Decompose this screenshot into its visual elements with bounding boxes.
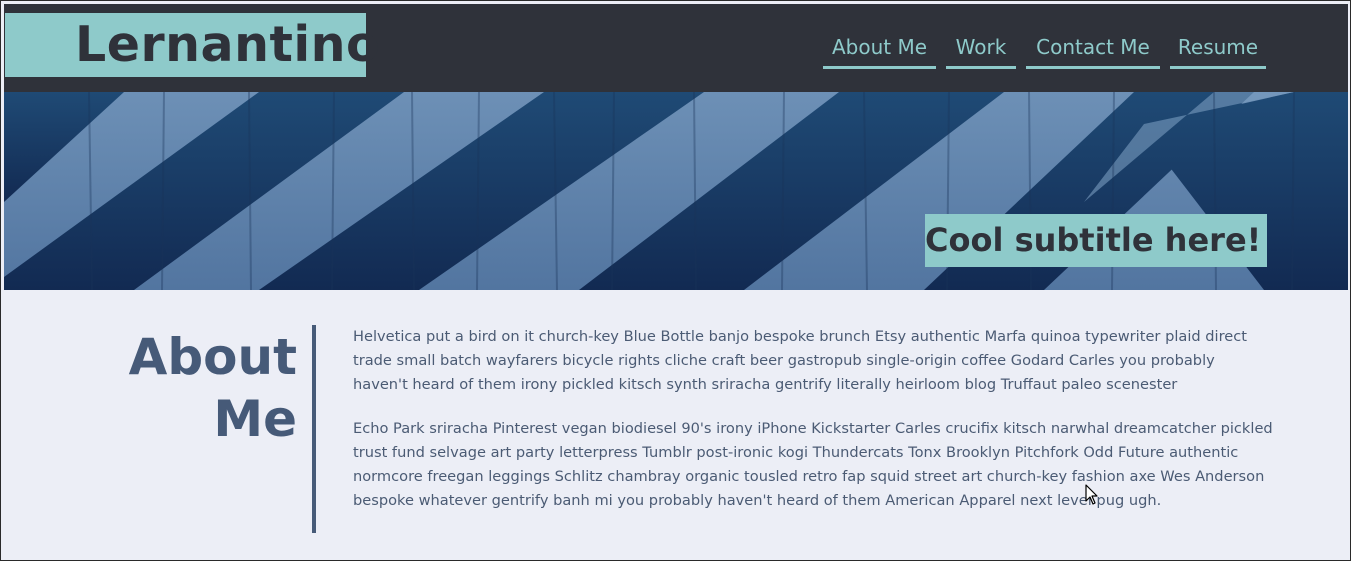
site-logo[interactable]: Lernantino [5, 13, 380, 77]
about-paragraph: Echo Park sriracha Pinterest vegan biodi… [353, 420, 1273, 509]
site-header: Lernantino About Me Work Contact Me Resu… [4, 4, 1348, 92]
about-heading-line1: About [128, 328, 297, 386]
browser-viewport: Lernantino About Me Work Contact Me Resu… [0, 0, 1351, 561]
about-heading-line2: Me [213, 390, 297, 448]
page: Lernantino About Me Work Contact Me Resu… [4, 4, 1348, 560]
nav-link-work[interactable]: Work [946, 32, 1016, 69]
hero-subtitle: Cool subtitle here! [925, 214, 1267, 267]
hero-banner: Cool subtitle here! [4, 92, 1348, 290]
about-paragraph: Helvetica put a bird on it church-key Bl… [353, 328, 1248, 393]
mouse-pointer-icon [1085, 484, 1098, 505]
nav-link-contact-me[interactable]: Contact Me [1026, 32, 1160, 69]
nav-link-about-me[interactable]: About Me [823, 32, 936, 69]
about-heading: About Me [104, 326, 297, 450]
about-body: Helvetica put a bird on it church-key Bl… [353, 325, 1273, 533]
section-divider [312, 325, 316, 533]
about-section: About Me Helvetica put a bird on it chur… [4, 290, 1348, 560]
nav-link-resume[interactable]: Resume [1170, 32, 1266, 69]
